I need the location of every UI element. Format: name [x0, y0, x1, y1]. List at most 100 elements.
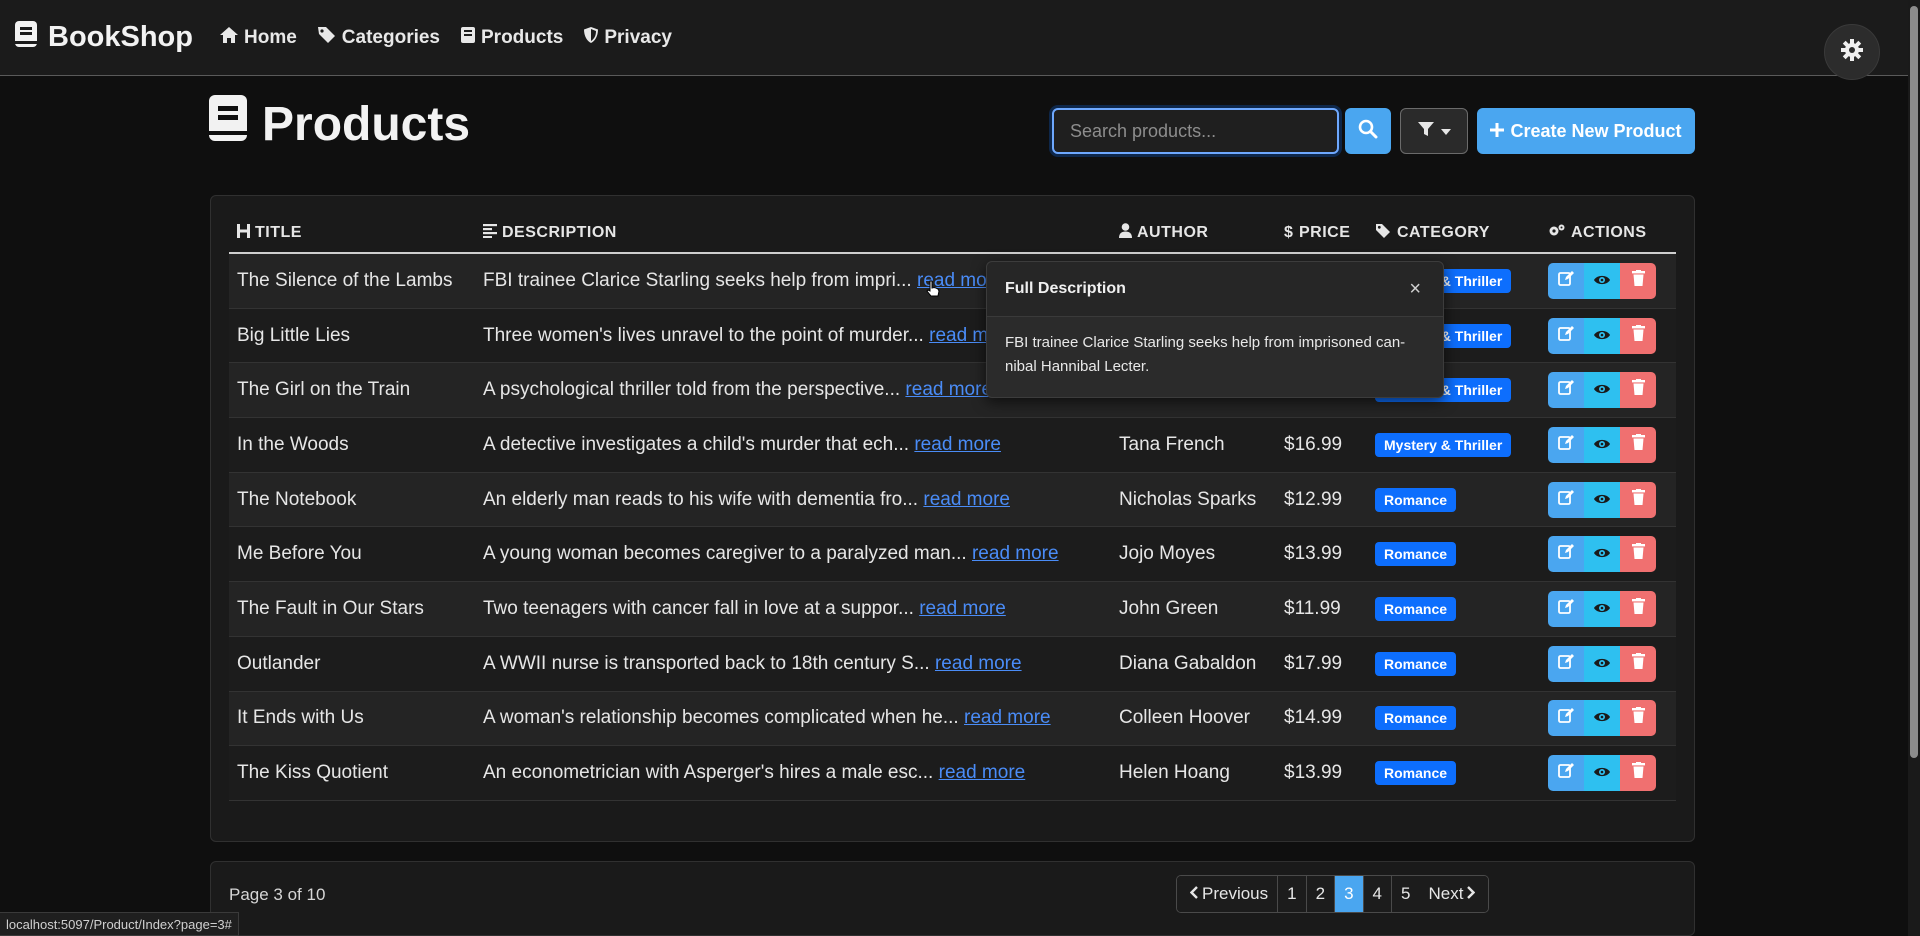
cell-author: Diana Gabaldon	[1119, 652, 1257, 674]
table-header: Title Description Author $ Price	[229, 214, 1676, 254]
description-text: A WWII nurse is transported back to 18th…	[483, 652, 930, 674]
col-header-title: Title	[229, 223, 475, 243]
delete-button[interactable]	[1620, 755, 1656, 792]
edit-button[interactable]	[1548, 755, 1584, 792]
eye-icon	[1593, 325, 1611, 347]
view-button[interactable]	[1584, 700, 1620, 737]
pagination-page-1[interactable]: 1	[1278, 876, 1307, 912]
trash-icon	[1631, 652, 1645, 675]
table-row: In the Woods A detective investigates a c…	[229, 418, 1676, 473]
products-table: Title Description Author $ Price	[229, 214, 1676, 801]
pagination-page-2[interactable]: 2	[1306, 876, 1336, 912]
table-row: Big Little Lies Three women's lives unrav…	[229, 308, 1676, 364]
search-button[interactable]	[1345, 108, 1391, 154]
read-more-link[interactable]: read more	[919, 598, 1006, 619]
read-more-link[interactable]: read more	[923, 489, 1010, 510]
view-button[interactable]	[1584, 372, 1620, 409]
pagination-page-5[interactable]: 5	[1392, 876, 1420, 912]
nav-links: Home Categories Products Privacy	[219, 26, 692, 50]
edit-button[interactable]	[1548, 700, 1584, 737]
delete-button[interactable]	[1620, 481, 1656, 518]
delete-button[interactable]	[1620, 372, 1656, 409]
delete-button[interactable]	[1620, 590, 1656, 627]
search-icon	[1358, 119, 1378, 144]
edit-button[interactable]	[1548, 426, 1584, 463]
cell-category: Romance	[1367, 596, 1540, 621]
create-label: Create New Product	[1510, 120, 1682, 141]
popover-close-button[interactable]: ×	[1409, 278, 1421, 301]
popover-header: Full Description	[987, 262, 1443, 317]
delete-button[interactable]	[1620, 426, 1656, 463]
pagination-next[interactable]: Next	[1419, 876, 1489, 912]
edit-button[interactable]	[1548, 645, 1584, 682]
brand-logo[interactable]: BookShop	[14, 20, 193, 56]
nav-link-categories[interactable]: Categories	[317, 26, 440, 50]
cell-author: Helen Hoang	[1119, 762, 1230, 784]
edit-button[interactable]	[1548, 481, 1584, 518]
popover-body: FBI trainee Clarice Starling seeks help …	[1005, 334, 1406, 375]
read-more-link[interactable]: read more	[972, 543, 1059, 564]
view-button[interactable]	[1584, 426, 1620, 463]
table-row: Me Before You A young woman becomes careg…	[229, 527, 1676, 583]
book-icon	[208, 94, 250, 154]
edit-button[interactable]	[1548, 372, 1584, 409]
nav-link-products[interactable]: Products	[460, 26, 563, 50]
trash-icon	[1631, 488, 1645, 511]
pagination-previous[interactable]: Previous	[1177, 876, 1279, 912]
cell-price: $16.99	[1284, 433, 1343, 455]
read-more-link[interactable]: read more	[914, 434, 1001, 455]
col-header-actions: Actions	[1540, 223, 1676, 243]
eye-icon	[1593, 707, 1611, 729]
description-text: Three women's lives unravel to the point…	[483, 324, 924, 346]
read-more-link[interactable]: read more	[939, 762, 1026, 783]
edit-icon	[1558, 270, 1574, 292]
delete-button[interactable]	[1620, 317, 1656, 354]
cell-title: In the Woods	[237, 433, 349, 455]
scrollbar-thumb[interactable]	[1910, 6, 1918, 758]
cell-description: A WWII nurse is transported back to 18th…	[475, 653, 1111, 675]
delete-button[interactable]	[1620, 645, 1656, 682]
view-button[interactable]	[1584, 755, 1620, 792]
view-button[interactable]	[1584, 481, 1620, 518]
theme-toggle-button[interactable]	[1824, 24, 1880, 80]
nav-link-home[interactable]: Home	[219, 26, 297, 50]
cell-actions	[1540, 700, 1676, 737]
create-new-product-button[interactable]: Create New Product	[1477, 108, 1695, 154]
dollar-icon: $	[1284, 223, 1294, 244]
pagination-page-4[interactable]: 4	[1363, 876, 1393, 912]
delete-button[interactable]	[1620, 536, 1656, 573]
read-more-link[interactable]: read more	[905, 379, 992, 400]
description-text: A woman's relationship becomes complicat…	[483, 707, 959, 729]
read-more-link[interactable]: read more	[935, 653, 1022, 674]
read-more-link[interactable]: read more	[964, 707, 1051, 728]
page-title: Products	[208, 94, 470, 154]
edit-button[interactable]	[1548, 317, 1584, 354]
description-text: FBI trainee Clarice Starling seeks help …	[483, 269, 912, 291]
tags-icon	[317, 26, 337, 50]
page-scrollbar[interactable]	[1908, 0, 1920, 936]
edit-button[interactable]	[1548, 590, 1584, 627]
filter-dropdown-button[interactable]	[1400, 108, 1468, 154]
nav-link-label: Categories	[341, 26, 440, 48]
description-text: An econometrician with Asperger's hires …	[483, 762, 934, 784]
edit-button[interactable]	[1548, 262, 1584, 299]
search-input[interactable]	[1052, 108, 1339, 154]
cell-title: The Notebook	[237, 488, 357, 510]
brand-name: BookShop	[48, 21, 193, 53]
nav-link-privacy[interactable]: Privacy	[583, 26, 672, 50]
cell-author: John Green	[1119, 597, 1219, 619]
navbar: BookShop Home Categories Products Privac…	[0, 0, 1908, 76]
view-button[interactable]	[1584, 590, 1620, 627]
view-button[interactable]	[1584, 317, 1620, 354]
view-button[interactable]	[1584, 262, 1620, 299]
table-row: It Ends with Us A woman's relationship be…	[229, 691, 1676, 747]
view-button[interactable]	[1584, 536, 1620, 573]
delete-button[interactable]	[1620, 700, 1656, 737]
pagination-page-3[interactable]: 3	[1335, 876, 1364, 912]
delete-button[interactable]	[1620, 262, 1656, 299]
trash-icon	[1631, 597, 1645, 620]
view-button[interactable]	[1584, 645, 1620, 682]
table-row: The Girl on the Train A psychological thr…	[229, 363, 1676, 419]
edit-button[interactable]	[1548, 536, 1584, 573]
cell-author: Jojo Moyes	[1119, 543, 1216, 565]
